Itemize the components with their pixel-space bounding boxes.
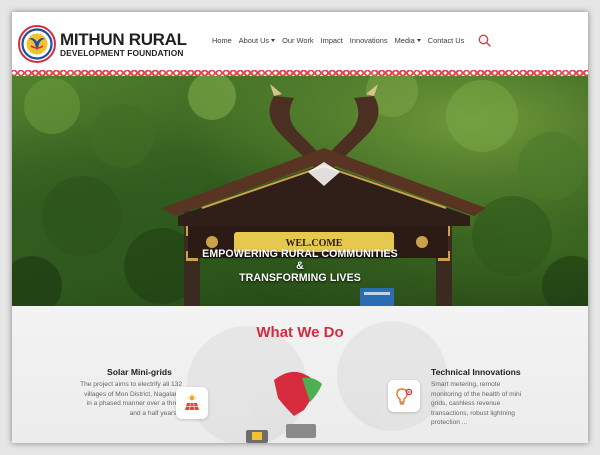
feature-solar-desc-line: and a half years...	[129, 409, 182, 417]
nav-contact-us[interactable]: Contact Us	[428, 36, 465, 45]
nav-our-work[interactable]: Our Work	[282, 36, 313, 45]
nav-home[interactable]: Home	[212, 36, 232, 45]
search-icon[interactable]	[478, 34, 491, 47]
nav-innovations[interactable]: Innovations	[350, 36, 388, 45]
feature-tech-desc-line: Smart metering, remote	[431, 381, 501, 388]
section-title: What We Do	[256, 324, 344, 341]
feature-solar-desc-line: The project aims to electrify all 132	[80, 381, 182, 388]
page-frame: MITHUN RURAL DEVELOPMENT FOUNDATION Home…	[12, 12, 588, 443]
hero-headline-line2: TRANSFORMING LIVES	[239, 272, 361, 284]
logo-emblem-icon[interactable]	[18, 25, 56, 63]
hero-headline-line1: EMPOWERING RURAL COMMUNITIES	[202, 248, 398, 260]
brand-name-line1: MITHUN RURAL	[60, 30, 187, 49]
nav-our-work-label: Our Work	[282, 36, 314, 45]
nav-impact[interactable]: Impact	[321, 36, 343, 45]
solar-panel-icon[interactable]	[176, 387, 208, 419]
lightbulb-gear-icon[interactable]	[388, 380, 420, 412]
nav-media[interactable]: Media	[395, 36, 421, 45]
feature-tech-desc-line: grids, cashless revenue	[431, 400, 501, 408]
nav-media-label: Media	[394, 36, 415, 45]
feature-solar-desc: The project aims to electrify all 132 vi…	[58, 380, 182, 418]
site-header: MITHUN RURAL DEVELOPMENT FOUNDATION Home…	[12, 12, 588, 72]
feature-tech-desc-line: transactions, robust lightning	[431, 409, 515, 417]
feature-solar-title[interactable]: Solar Mini-grids	[107, 367, 172, 377]
feature-tech-desc-line: monitoring of the health of mini	[431, 390, 522, 398]
hero-headline-ampersand: &	[296, 260, 304, 272]
caret-down-icon	[416, 39, 421, 42]
feature-tech-title[interactable]: Technical Innovations	[431, 367, 521, 377]
feature-solar-desc-line: in a phased manner over a three	[86, 400, 182, 408]
nav-about-us[interactable]: About Us	[238, 36, 276, 45]
feature-tech-desc-line: protection ...	[431, 419, 468, 427]
brand-wordmark[interactable]: MITHUN RURAL DEVELOPMENT FOUNDATION	[60, 31, 187, 59]
nav-about-us-label: About Us	[238, 36, 270, 45]
nav-contact-us-label: Contact Us	[427, 36, 465, 45]
nav-impact-label: Impact	[320, 36, 343, 45]
nav-home-label: Home	[212, 36, 232, 45]
feature-tech-desc: Smart metering, remote monitoring of the…	[431, 380, 561, 428]
hero-banner: WEL.COME EMPOWERING RURAL COMMUNITIES & …	[12, 76, 588, 306]
main-nav: Home About Us Our Work Impact Innovation…	[212, 36, 471, 45]
nav-innovations-label: Innovations	[349, 36, 388, 45]
feature-solar-desc-line: villages of Mon District, Nagaland	[84, 390, 182, 398]
caret-down-icon	[271, 39, 276, 42]
what-we-do-section: What We Do Solar Mini-grids The project …	[12, 306, 588, 443]
brand-name-line2: DEVELOPMENT FOUNDATION	[60, 48, 184, 58]
